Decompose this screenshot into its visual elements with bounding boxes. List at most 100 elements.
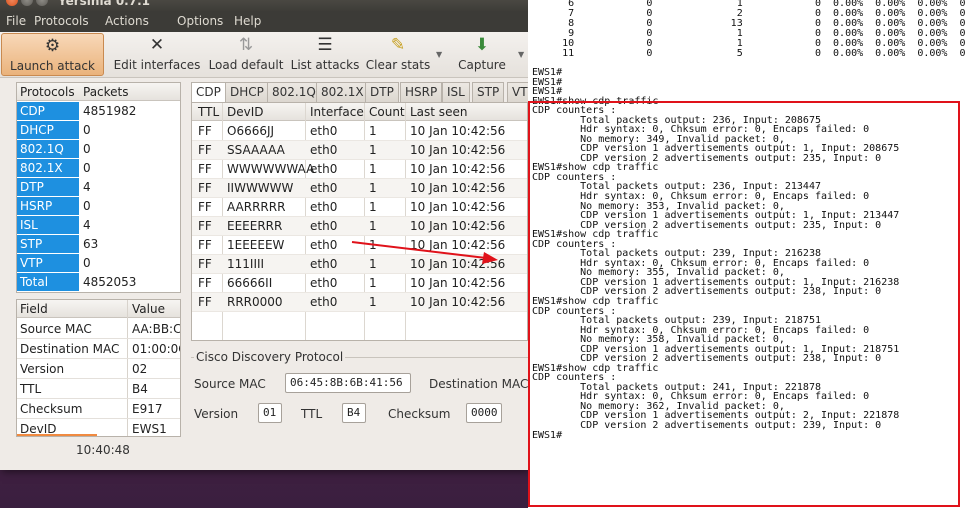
- ttl-cell: FF: [198, 181, 212, 195]
- capture-button[interactable]: ⬇ Capture: [450, 33, 514, 76]
- protocol-row[interactable]: CDP 4851982: [17, 102, 180, 121]
- tab-hsrp[interactable]: HSRP: [400, 82, 443, 102]
- devid-cell: WWWWWWAA: [227, 162, 315, 176]
- ttl-column-header[interactable]: TTL: [198, 105, 219, 119]
- tab-8021q[interactable]: 802.1Q: [267, 82, 321, 102]
- count-cell: 1: [369, 162, 377, 176]
- devid-column-header[interactable]: DevID: [227, 105, 264, 119]
- packet-fields-panel: Field Value Source MAC AA:BB:C(Destinatio…: [16, 299, 181, 437]
- more-dropdown-icon[interactable]: ▼: [518, 50, 524, 59]
- table-row[interactable]: FF AARRRRR eth0 1 10 Jan 10:42:56: [192, 198, 527, 217]
- table-row[interactable]: FF O6666JJ eth0 1 10 Jan 10:42:56: [192, 122, 527, 141]
- ttl-cell: FF: [198, 124, 212, 138]
- router-terminal[interactable]: 6 0 1 0 0.00% 0.00% 0.00% 0 7 0 2 0 0.00…: [528, 0, 966, 508]
- interface-cell: eth0: [310, 257, 338, 271]
- minimize-window-icon[interactable]: [21, 0, 33, 6]
- source-mac-field[interactable]: 06:45:8B:6B:41:56: [285, 373, 411, 393]
- device-table-header: TTL DevID Interface Count Last seen: [192, 103, 527, 121]
- table-row[interactable]: FF WWWWWWAA eth0 1 10 Jan 10:42:56: [192, 160, 527, 179]
- load-default-button[interactable]: ⇅ Load default: [205, 33, 287, 76]
- field-row[interactable]: Checksum E917: [17, 399, 180, 419]
- protocol-row[interactable]: VTP 0: [17, 254, 180, 273]
- packet-count: 4852053: [83, 275, 137, 289]
- interface-column-header[interactable]: Interface: [310, 105, 364, 119]
- clear-stats-button[interactable]: ✎ Clear stats: [364, 33, 432, 76]
- protocol-row[interactable]: STP 63: [17, 235, 180, 254]
- launch-attack-button[interactable]: ⚙ Launch attack: [1, 33, 104, 76]
- interface-cell: eth0: [310, 219, 338, 233]
- packet-count: 4851982: [83, 104, 137, 118]
- last-seen-cell: 10 Jan 10:42:56: [410, 181, 506, 195]
- count-cell: 1: [369, 276, 377, 290]
- field-row[interactable]: TTL B4: [17, 379, 180, 399]
- tab-cdp[interactable]: CDP: [191, 82, 226, 103]
- field-row[interactable]: Version 02: [17, 359, 180, 379]
- protocol-row[interactable]: DHCP 0: [17, 121, 180, 140]
- tab-dhcp[interactable]: DHCP: [225, 82, 269, 102]
- table-row[interactable]: FF SSAAAAA eth0 1 10 Jan 10:42:56: [192, 141, 527, 160]
- protocol-row[interactable]: 802.1Q 0: [17, 140, 180, 159]
- field-value: E917: [132, 402, 163, 416]
- packets-column-header[interactable]: Packets: [83, 85, 129, 99]
- protocol-row[interactable]: ISL 4: [17, 216, 180, 235]
- cdp-frame-legend: Cisco Discovery Protocol: [194, 350, 346, 364]
- broom-icon: ✎: [390, 35, 406, 55]
- ttl-cell: FF: [198, 200, 212, 214]
- protocol-row[interactable]: DTP 4: [17, 178, 180, 197]
- ttl-cell: FF: [198, 276, 212, 290]
- last-seen-column-header[interactable]: Last seen: [410, 105, 467, 119]
- count-column-header[interactable]: Count: [369, 105, 405, 119]
- menu-options[interactable]: Options: [177, 14, 223, 28]
- field-row[interactable]: Source MAC AA:BB:C(: [17, 319, 180, 339]
- terminal-line: 11 0 5 0 0.00% 0.00% 0.00% 0: [532, 48, 966, 59]
- tab-isl[interactable]: ISL: [442, 82, 470, 102]
- packet-count: 63: [83, 237, 99, 251]
- protocols-panel: Protocols Packets CDP 4851982 DHCP 0 802.1Q 0…: [16, 82, 181, 293]
- table-row[interactable]: FF 66666II eth0 1 10 Jan 10:42:56: [192, 274, 527, 293]
- field-name: Version: [20, 362, 65, 376]
- window-titlebar: Yersinia 0.7.1: [0, 0, 528, 12]
- ttl-field[interactable]: B4: [342, 403, 366, 423]
- terminal-line: EWS1#: [532, 429, 563, 441]
- version-label: Version: [194, 407, 239, 421]
- interface-cell: eth0: [310, 124, 338, 138]
- checksum-field[interactable]: 0000: [466, 403, 502, 423]
- menu-protocols[interactable]: Protocols: [34, 14, 89, 28]
- tab-dtp[interactable]: DTP: [365, 82, 399, 102]
- field-row[interactable]: Destination MAC 01:00:0C:: [17, 339, 180, 359]
- close-window-icon[interactable]: [6, 0, 18, 6]
- menu-help[interactable]: Help: [234, 14, 261, 28]
- protocol-row[interactable]: Total 4852053: [17, 273, 180, 292]
- protocols-header: Protocols Packets: [17, 83, 180, 101]
- scroll-indicator[interactable]: [17, 434, 97, 436]
- protocols-column-header[interactable]: Protocols: [20, 85, 75, 99]
- protocol-row[interactable]: 802.1X 0: [17, 159, 180, 178]
- ttl-cell: FF: [198, 295, 212, 309]
- edit-interfaces-button[interactable]: ✕ Edit interfaces: [110, 33, 204, 76]
- maximize-window-icon[interactable]: [36, 0, 48, 6]
- cdp-device-table: TTL DevID Interface Count Last seen FF O6…: [191, 102, 528, 341]
- last-seen-cell: 10 Jan 10:42:56: [410, 219, 506, 233]
- table-row[interactable]: FF RRR0000 eth0 1 10 Jan 10:42:56: [192, 293, 527, 312]
- tab-8021x[interactable]: 802.1X: [316, 82, 369, 102]
- tab-vtp[interactable]: VT: [507, 82, 528, 102]
- field-name: Checksum: [20, 402, 83, 416]
- capture-dropdown-icon[interactable]: ▼: [436, 50, 442, 59]
- status-clock: 10:40:48: [76, 443, 130, 457]
- table-row[interactable]: FF IIWWWWW eth0 1 10 Jan 10:42:56: [192, 179, 527, 198]
- value-column-header[interactable]: Value: [132, 302, 165, 316]
- tab-stp[interactable]: STP: [472, 82, 505, 102]
- interface-cell: eth0: [310, 295, 338, 309]
- protocol-row[interactable]: HSRP 0: [17, 197, 180, 216]
- list-attacks-button[interactable]: ☰ List attacks: [287, 33, 363, 76]
- count-cell: 1: [369, 200, 377, 214]
- table-row[interactable]: FF EEEERRR eth0 1 10 Jan 10:42:56: [192, 217, 527, 236]
- cdp-field-editor: Cisco Discovery Protocol Source MAC 06:4…: [191, 350, 528, 437]
- field-column-header[interactable]: Field: [20, 302, 48, 316]
- menu-actions[interactable]: Actions: [105, 14, 149, 28]
- devid-cell: 1EEEEEW: [227, 238, 285, 252]
- menu-file[interactable]: File: [6, 14, 26, 28]
- count-cell: 1: [369, 295, 377, 309]
- version-field[interactable]: 01: [258, 403, 282, 423]
- field-name: Source MAC: [20, 322, 92, 336]
